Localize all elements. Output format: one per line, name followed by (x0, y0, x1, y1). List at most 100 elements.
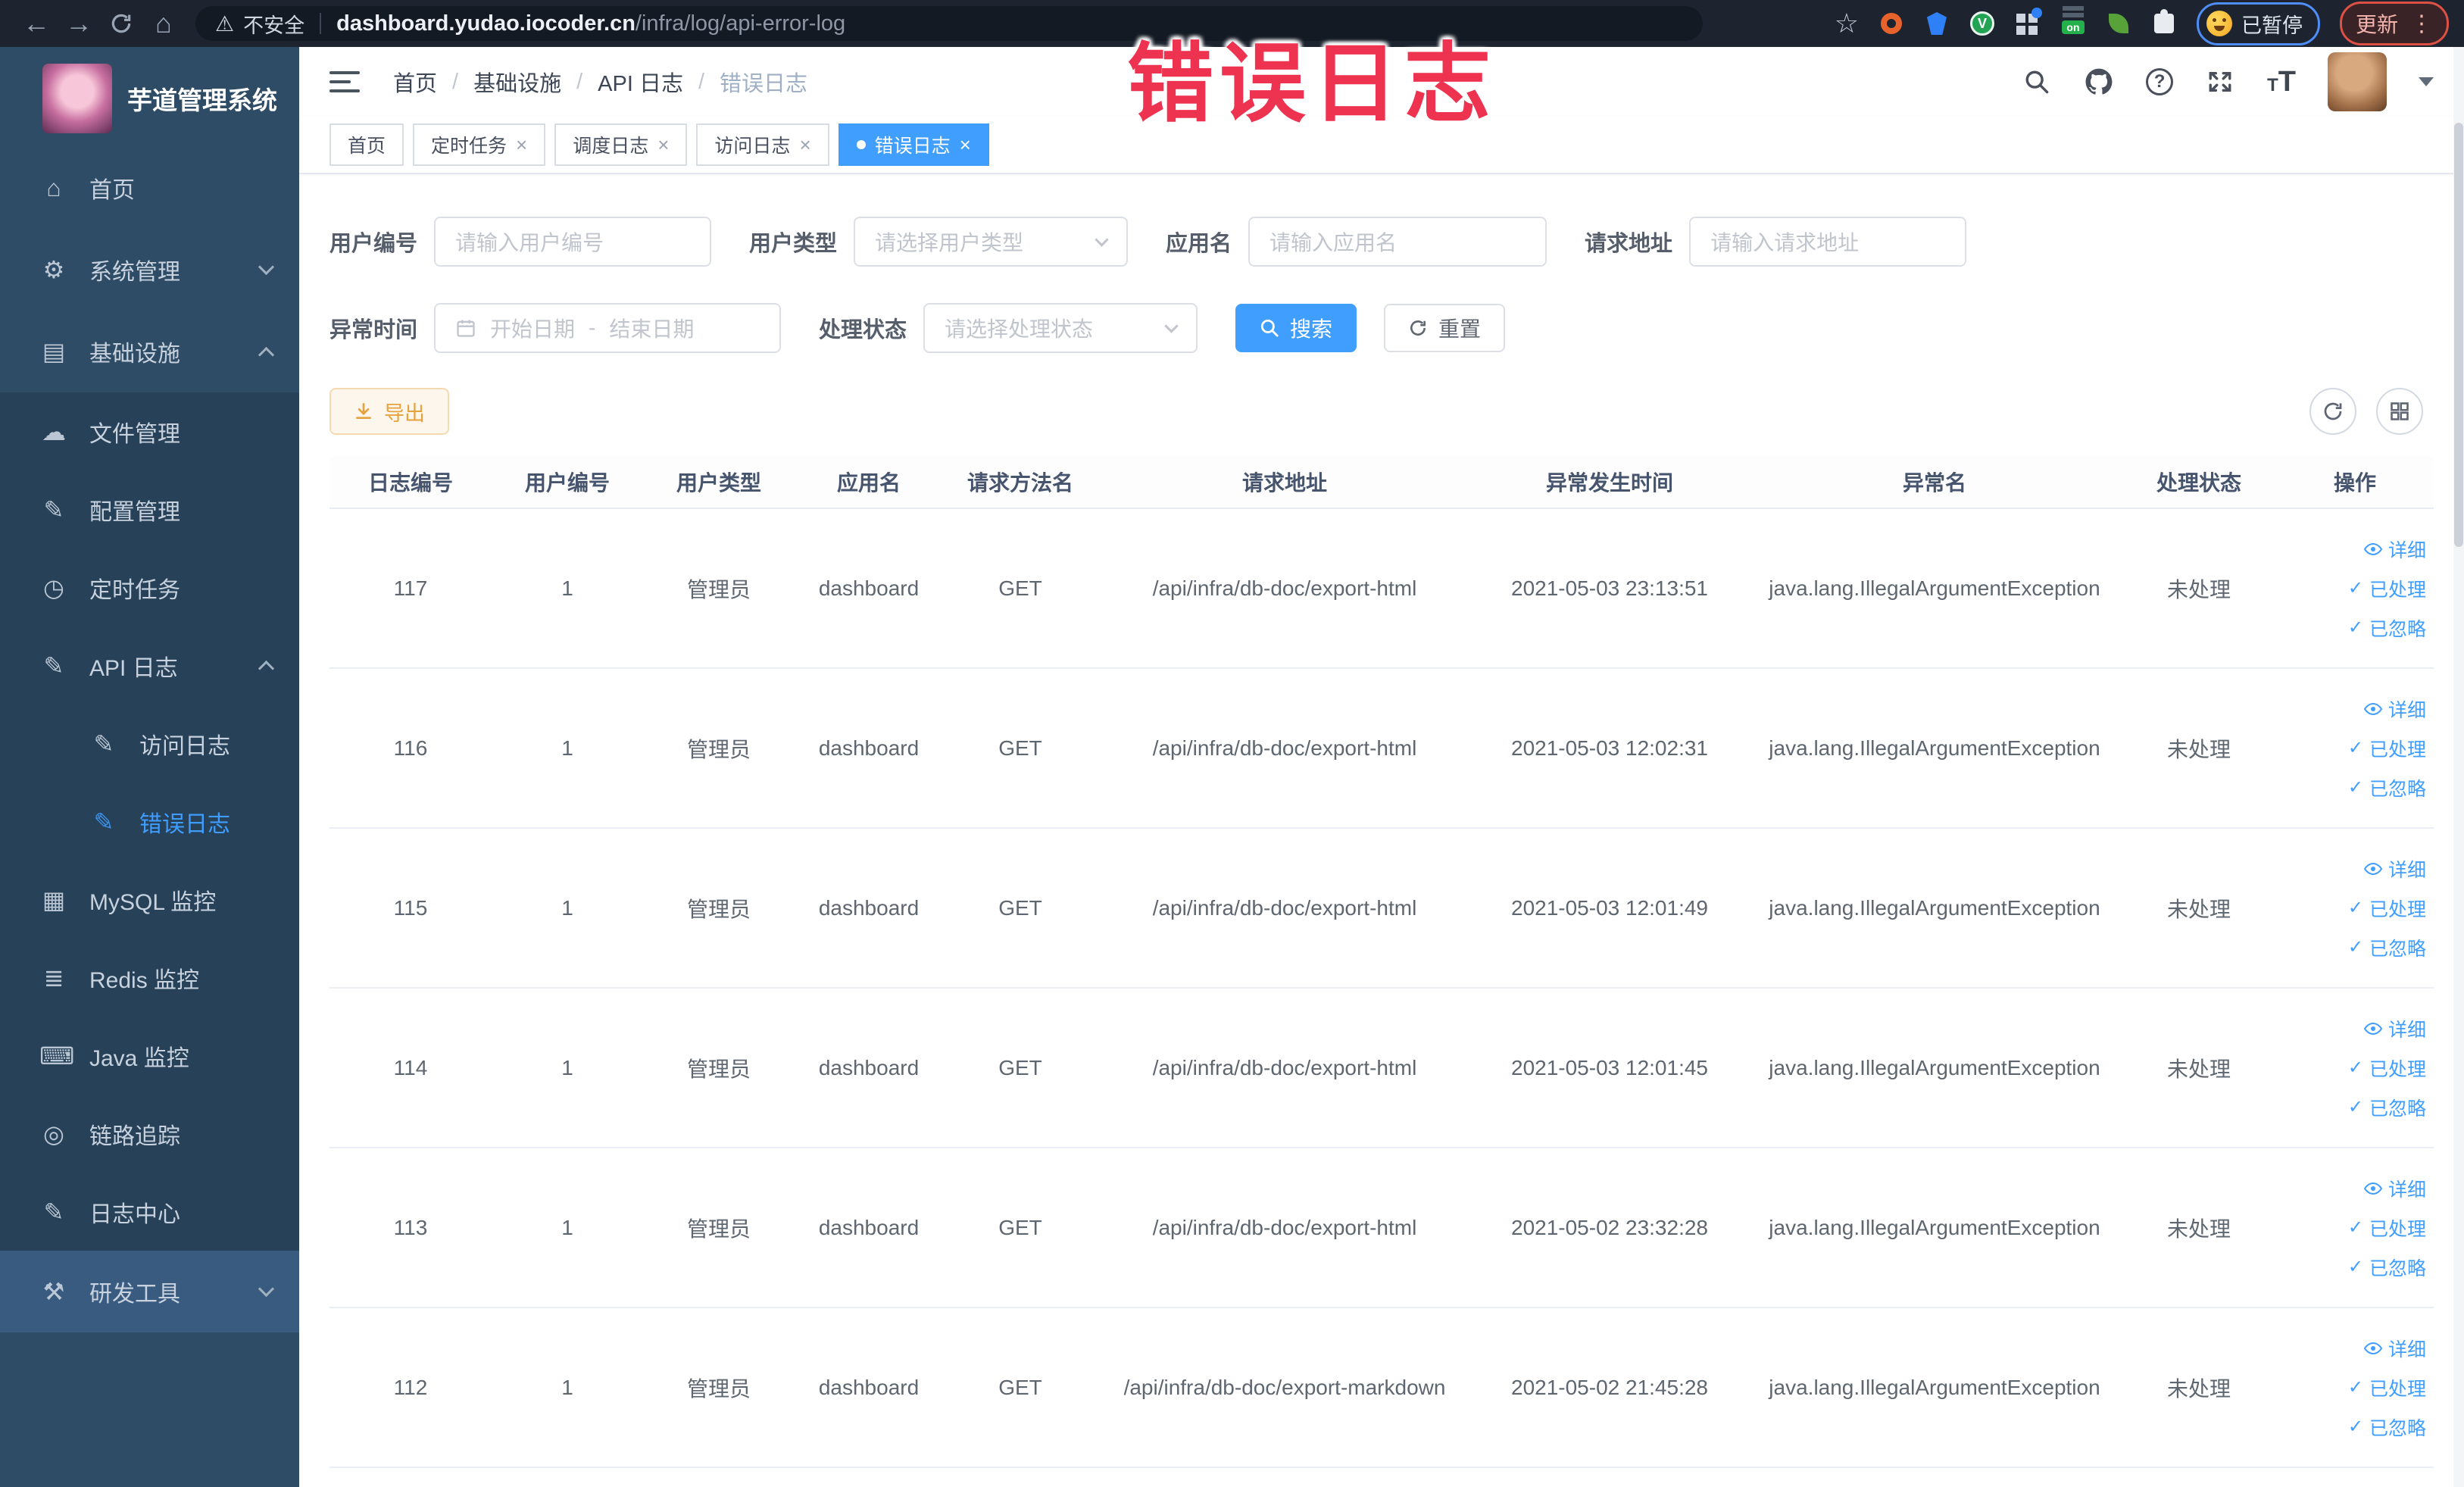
mark-ignored-link[interactable]: ✓ 已忽略 (2348, 774, 2426, 801)
sidebar-item-config-management[interactable]: ✎ 配置管理 (0, 470, 299, 548)
update-label: 更新 (2355, 13, 2398, 36)
date-range-picker[interactable]: 开始日期 - 结束日期 (434, 303, 782, 353)
tab-error-log[interactable]: 错误日志 × (838, 123, 989, 166)
bookmark-star-icon[interactable]: ☆ (1835, 8, 1859, 39)
font-size-icon[interactable]: TT (2267, 66, 2296, 98)
sidebar-item-file-management[interactable]: ☁ 文件管理 (0, 392, 299, 470)
detail-link[interactable]: 详细 (2363, 695, 2426, 723)
mark-ignored-link[interactable]: ✓ 已忽略 (2348, 1254, 2426, 1281)
process-status-select[interactable]: 请选择处理状态 (923, 303, 1198, 353)
close-icon[interactable]: × (799, 133, 810, 157)
sidebar-item-trace[interactable]: ◎ 链路追踪 (0, 1095, 299, 1173)
search-icon[interactable] (2022, 67, 2052, 97)
chrome-update-button[interactable]: 更新 ⋮ (2339, 2, 2449, 45)
header-actions: ? TT (2022, 52, 2434, 111)
detail-link[interactable]: 详细 (2363, 855, 2426, 883)
back-icon[interactable]: ← (15, 2, 58, 45)
refresh-table-button[interactable] (2309, 388, 2356, 435)
timer-icon: ◷ (43, 573, 64, 601)
sidebar-item-dev-tools[interactable]: ⚒ 研发工具 (0, 1251, 299, 1332)
breadcrumb-home[interactable]: 首页 (393, 66, 437, 98)
filter-user-type: 用户类型 请选择用户类型 (749, 217, 1129, 267)
profile-paused-badge[interactable]: 已暂停 (2196, 2, 2320, 45)
help-icon[interactable]: ? (2146, 68, 2174, 95)
reset-button[interactable]: 重置 (1384, 304, 1506, 352)
tab-home[interactable]: 首页 (329, 123, 404, 166)
extension-v-icon[interactable]: V (1969, 11, 1995, 36)
github-icon[interactable] (2084, 67, 2114, 97)
check-icon: ✓ (2347, 1097, 2363, 1117)
breadcrumb-api-log[interactable]: API 日志 (598, 66, 683, 98)
end-date-placeholder: 结束日期 (609, 317, 695, 341)
request-url-input[interactable]: 请输入请求地址 (1689, 217, 1967, 267)
detail-link[interactable]: 详细 (2363, 1015, 2426, 1042)
mark-processed-link[interactable]: ✓ 已处理 (2348, 735, 2426, 762)
mark-ignored-link[interactable]: ✓ 已忽略 (2348, 614, 2426, 642)
home-icon[interactable]: ⌂ (142, 2, 185, 45)
mark-processed-link[interactable]: ✓ 已处理 (2348, 575, 2426, 602)
sidebar-item-redis-monitor[interactable]: ≣ Redis 监控 (0, 939, 299, 1017)
user-avatar[interactable] (2328, 52, 2387, 111)
sidebar-item-infrastructure[interactable]: ▤ 基础设施 (0, 311, 299, 392)
mark-processed-link[interactable]: ✓ 已处理 (2348, 1374, 2426, 1401)
app-name-input[interactable]: 请输入应用名 (1248, 217, 1547, 267)
breadcrumb-infrastructure[interactable]: 基础设施 (473, 66, 561, 98)
chevron-down-icon (1164, 318, 1179, 333)
export-button[interactable]: 导出 (329, 388, 449, 435)
extension-grid-icon[interactable] (2015, 8, 2042, 36)
page-content: 用户编号 请输入用户编号 用户类型 请选择用户类型 应用名 请输入应用名 请求地… (299, 174, 2464, 1468)
not-secure-warning-icon: ⚠ (215, 11, 235, 36)
extension-plant-icon[interactable] (2106, 11, 2131, 36)
breadcrumb: 首页 / 基础设施 / API 日志 / 错误日志 (393, 66, 807, 98)
extension-shield-icon[interactable] (1924, 11, 1950, 36)
app-logo (42, 64, 112, 133)
forward-icon[interactable]: → (58, 2, 100, 45)
close-icon[interactable]: × (657, 133, 669, 157)
mark-processed-link[interactable]: ✓ 已处理 (2348, 1214, 2426, 1242)
user-type-select[interactable]: 请选择用户类型 (854, 217, 1129, 267)
collapse-sidebar-icon[interactable] (329, 71, 360, 92)
mark-processed-link[interactable]: ✓ 已处理 (2348, 895, 2426, 922)
column-settings-button[interactable] (2376, 388, 2423, 435)
close-icon[interactable]: × (960, 133, 971, 157)
sidebar-item-scheduled-tasks[interactable]: ◷ 定时任务 (0, 548, 299, 626)
mark-ignored-link[interactable]: ✓ 已忽略 (2348, 1414, 2426, 1441)
extension-on-switch-icon[interactable]: on (2060, 11, 2086, 36)
extensions-puzzle-icon[interactable] (2151, 9, 2177, 36)
tab-access-log[interactable]: 访问日志 × (696, 123, 829, 166)
not-secure-label: 不安全 (243, 14, 305, 37)
mark-processed-link[interactable]: ✓ 已处理 (2348, 1054, 2426, 1082)
search-button[interactable]: 搜索 (1235, 304, 1357, 352)
filter-process-status: 处理状态 请选择处理状态 (819, 303, 1198, 353)
sidebar-item-error-log[interactable]: ✎ 错误日志 (0, 783, 299, 861)
sidebar-item-api-log[interactable]: ✎ API 日志 (0, 626, 299, 704)
check-icon: ✓ (2347, 1377, 2363, 1398)
table-row: 117 1 管理员 dashboard GET /api/infra/db-do… (329, 509, 2434, 669)
sidebar-item-mysql-monitor[interactable]: ▦ MySQL 监控 (0, 861, 299, 939)
fullscreen-icon[interactable] (2205, 67, 2235, 97)
mark-ignored-link[interactable]: ✓ 已忽略 (2348, 934, 2426, 961)
sidebar-item-access-log[interactable]: ✎ 访问日志 (0, 704, 299, 783)
sidebar-item-java-monitor[interactable]: ⌨ Java 监控 (0, 1017, 299, 1095)
detail-link[interactable]: 详细 (2363, 1335, 2426, 1362)
scrollbar-thumb[interactable] (2454, 123, 2463, 547)
sidebar-item-home[interactable]: ⌂ 首页 (0, 147, 299, 229)
reload-icon[interactable] (100, 2, 142, 45)
app-title: 芋道管理系统 (127, 86, 277, 114)
filter-user-id: 用户编号 请输入用户编号 (329, 217, 712, 267)
sidebar-item-system-management[interactable]: ⚙ 系统管理 (0, 229, 299, 311)
log-center-icon: ✎ (43, 1198, 64, 1226)
close-icon[interactable]: × (516, 133, 527, 157)
detail-link[interactable]: 详细 (2363, 536, 2426, 563)
mark-ignored-link[interactable]: ✓ 已忽略 (2348, 1094, 2426, 1121)
kebab-menu-icon[interactable]: ⋮ (2410, 11, 2433, 37)
tab-schedule-log[interactable]: 调度日志 × (554, 123, 688, 166)
detail-link[interactable]: 详细 (2363, 1175, 2426, 1202)
user-id-input[interactable]: 请输入用户编号 (434, 217, 712, 267)
table-tools (2309, 388, 2423, 435)
tab-scheduled-tasks[interactable]: 定时任务 × (413, 123, 546, 166)
chevron-down-icon (258, 1280, 275, 1297)
sidebar-item-log-center[interactable]: ✎ 日志中心 (0, 1173, 299, 1251)
caret-down-icon[interactable] (2419, 77, 2434, 86)
extension-orange-icon[interactable] (1878, 11, 1904, 36)
